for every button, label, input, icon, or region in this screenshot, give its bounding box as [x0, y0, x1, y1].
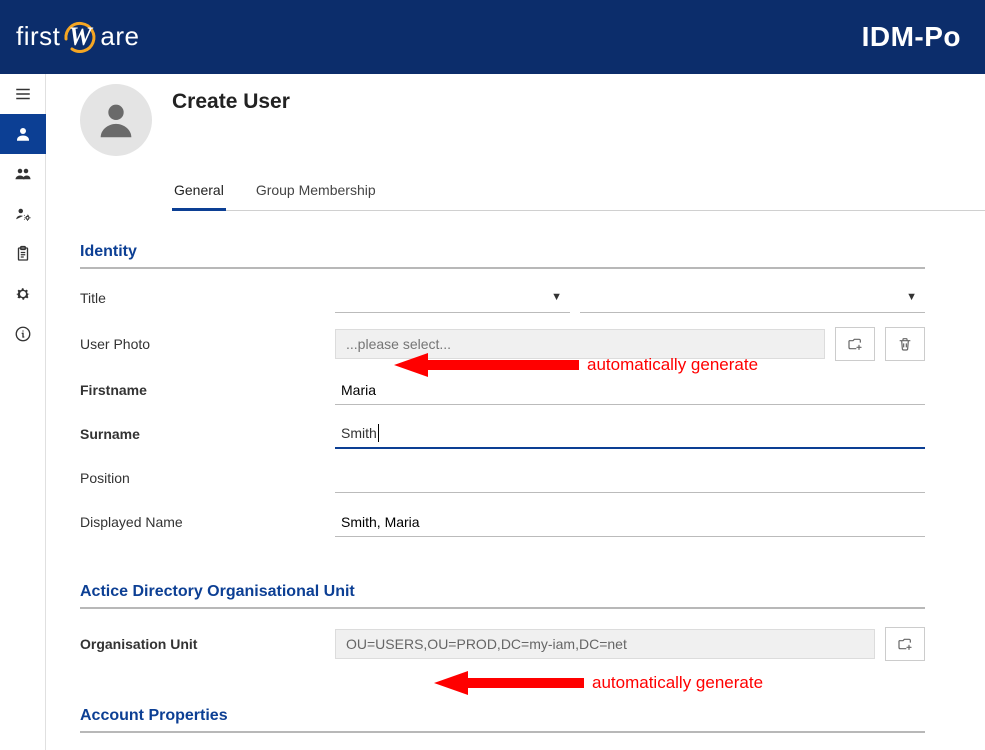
annotation-label-2: automatically generate [592, 673, 763, 693]
label-userphoto: User Photo [80, 336, 335, 352]
position-input[interactable] [335, 463, 925, 493]
label-surname: Surname [80, 426, 335, 442]
text-caret [378, 424, 379, 442]
section-title-account: Account Properties [80, 707, 925, 733]
logo-badge: W [62, 19, 98, 55]
surname-input[interactable]: Smith [335, 419, 925, 449]
product-name: IDM-Po [862, 21, 961, 53]
userphoto-browse-button[interactable] [835, 327, 875, 361]
logo: first W are [16, 19, 139, 55]
section-account: Account Properties Logon Name Password U… [80, 707, 985, 750]
displayed-name-input[interactable] [335, 507, 925, 537]
app-header: first W are IDM-Po [0, 0, 985, 74]
tab-general[interactable]: General [172, 176, 226, 211]
label-displayed: Displayed Name [80, 514, 335, 530]
caret-down-icon: ▼ [906, 291, 917, 303]
logo-text-are: are [100, 21, 139, 52]
title-select[interactable]: ▼ [580, 283, 925, 313]
sidebar-item-settings-user[interactable] [0, 194, 46, 234]
annotation-arrow-2: automatically generate [434, 669, 763, 697]
userphoto-input[interactable] [335, 329, 825, 359]
label-firstname: Firstname [80, 382, 335, 398]
sidebar-item-groups[interactable] [0, 154, 46, 194]
ou-browse-button[interactable] [885, 627, 925, 661]
avatar-placeholder [80, 84, 152, 156]
userphoto-delete-button[interactable] [885, 327, 925, 361]
firstname-input[interactable] [335, 375, 925, 405]
sidebar-item-user[interactable] [0, 114, 46, 154]
section-title-ou: Actice Directory Organisational Unit [80, 583, 925, 609]
logo-text-first: first [16, 21, 60, 52]
ou-input[interactable] [335, 629, 875, 659]
page-title: Create User [172, 90, 290, 114]
section-title-identity: Identity [80, 243, 925, 269]
tabs: General Group Membership [172, 176, 985, 211]
section-identity: Identity Title ▼ ▼ User Photo [80, 243, 985, 537]
sidebar-item-gear[interactable] [0, 274, 46, 314]
label-position: Position [80, 470, 335, 486]
surname-value: Smith [341, 425, 377, 441]
sidebar-item-info[interactable] [0, 314, 46, 354]
title-select-prefix[interactable]: ▼ [335, 283, 570, 313]
label-title: Title [80, 290, 335, 306]
label-ou: Organisation Unit [80, 636, 335, 652]
sidebar-toggle[interactable] [0, 74, 46, 114]
sidebar-item-clipboard[interactable] [0, 234, 46, 274]
tab-group-membership[interactable]: Group Membership [254, 176, 378, 210]
main-content: Create User General Group Membership Ide… [46, 74, 985, 750]
sidebar [0, 74, 46, 750]
section-ou: Actice Directory Organisational Unit Org… [80, 583, 985, 661]
logo-letter: W [69, 22, 93, 52]
caret-down-icon: ▼ [551, 291, 562, 303]
